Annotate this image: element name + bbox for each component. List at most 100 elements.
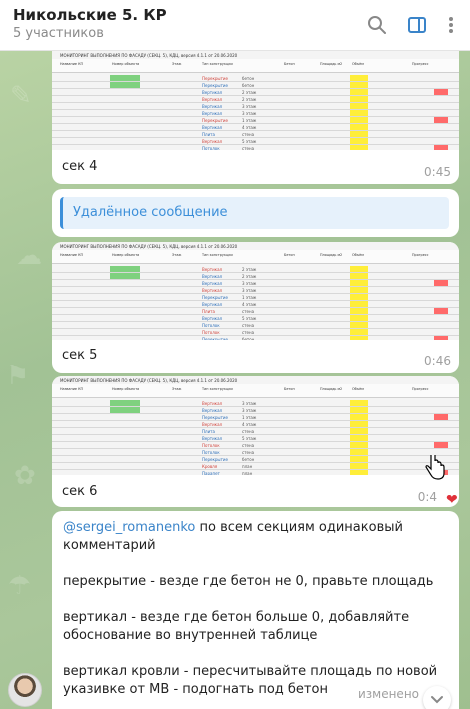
sheet-yellow-cell	[350, 117, 368, 123]
image-message[interactable]: МОНИТОРИНГ ВЫПОЛНЕНИЯ ПО ФАСАДУ (СЕКЦ. 5…	[52, 376, 459, 507]
sheet-cell: 4 этаж	[242, 125, 257, 130]
sheet-cell: план	[242, 471, 253, 475]
sheet-cell: 2 этаж	[242, 97, 257, 102]
chat-subtitle[interactable]: 5 участников	[13, 26, 104, 41]
sheet-yellow-cell	[350, 308, 368, 314]
chevron-down-icon	[431, 696, 443, 704]
sheet-header-cell: Этаж	[172, 62, 182, 66]
chat-header: Никольские 5. КР 5 участников	[0, 0, 470, 51]
sheet-cell: 4 этаж	[242, 422, 257, 427]
sheet-header-cell: Тип конструкции	[202, 387, 233, 391]
sheet-header-cell: Номер объекта	[112, 253, 140, 257]
sheet-row: Плита стена	[52, 428, 459, 435]
sheet-cell: Вертикал	[202, 97, 223, 102]
sheet-cell: стена	[242, 132, 255, 137]
sheet-cell: Плита	[202, 429, 215, 434]
sheet-cell: Перекрытие	[202, 118, 228, 123]
sheet-row: Вертикал 3 этаж	[52, 407, 459, 414]
sheet-row: Перекрытие бетон	[52, 336, 459, 340]
sheet-cell: Вертикал	[202, 90, 223, 95]
sheet-red-cell	[434, 145, 448, 150]
spreadsheet-image[interactable]: МОНИТОРИНГ ВЫПОЛНЕНИЯ ПО ФАСАДУ (СЕКЦ. 5…	[52, 376, 459, 475]
sheet-cell: бетон	[242, 83, 255, 88]
sheet-row: Потолок стена	[52, 329, 459, 336]
spreadsheet-image[interactable]: МОНИТОРИНГ ВЫПОЛНЕНИЯ ПО ФАСАДУ (СЕКЦ. 5…	[52, 51, 459, 150]
sheet-cell: 2 этаж	[242, 274, 257, 279]
sheet-highlight-cell	[110, 435, 140, 441]
sheet-cell: план	[242, 464, 253, 469]
sheet-highlight-cell	[110, 280, 140, 286]
sheet-cell: Потолок	[202, 450, 220, 455]
sheet-yellow-cell	[350, 421, 368, 427]
edited-label: изменено	[357, 687, 419, 701]
sheet-cell: Вертикал	[202, 302, 223, 307]
sheet-cell: Потолок	[202, 330, 220, 335]
sheet-cell: Вертикал	[202, 408, 223, 413]
sheet-yellow-cell	[350, 428, 368, 434]
avatar[interactable]	[8, 673, 42, 707]
sheet-cell: Перекрытие	[202, 457, 228, 462]
sheet-highlight-cell	[110, 89, 140, 95]
sheet-cell: 3 этаж	[242, 104, 257, 109]
user-mention-link[interactable]: @sergei_romanenko	[63, 520, 195, 535]
sheet-row: Вертикал 4 этаж	[52, 124, 459, 131]
sheet-highlight-cell	[110, 315, 140, 321]
sheet-cell: Перекрытие	[202, 76, 228, 81]
sheet-cell: стена	[242, 443, 255, 448]
sheet-row: Вертикал 3 этаж	[52, 110, 459, 117]
deleted-message[interactable]: Удалённое сообщение	[52, 189, 459, 237]
sheet-cell: 3 этаж	[242, 408, 257, 413]
sheet-cell: стена	[242, 146, 255, 150]
sheet-highlight-cell	[110, 414, 140, 420]
sheet-row: Вертикал 2 этаж	[52, 266, 459, 273]
sheet-header-cell: Объём	[352, 62, 364, 66]
sheet-row: Вертикал 3 этаж	[52, 400, 459, 407]
sheet-header-cell: Бетон	[284, 62, 295, 66]
sheet-row: Вертикал 5 этаж	[52, 138, 459, 145]
sheet-header-row: Название КП Номер объекта Этаж Тип конструк…	[52, 250, 459, 264]
chat-title[interactable]: Никольские 5. КР	[13, 6, 167, 24]
sheet-cell: Перекрытие	[202, 415, 228, 420]
sheet-row: Перекрытие 1 этаж	[52, 294, 459, 301]
message-time: 0:45	[424, 165, 451, 179]
sheet-row: Потолок стена	[52, 449, 459, 456]
message-paragraph-vertical-1: вертикал - везде где бетон больше 0, доб…	[63, 610, 410, 625]
sheet-yellow-cell	[350, 456, 368, 462]
sheet-row: Перекрытие 1 этаж	[52, 414, 459, 421]
sheet-row: Потолок стена	[52, 322, 459, 329]
image-message[interactable]: МОНИТОРИНГ ВЫПОЛНЕНИЯ ПО ФАСАДУ (СЕКЦ. 5…	[52, 51, 459, 184]
search-icon[interactable]	[364, 12, 390, 38]
sheet-header-cell: Площадь м2	[320, 253, 343, 257]
hand-cursor-icon	[424, 452, 446, 485]
sheet-cell: Перекрытие	[202, 83, 228, 88]
sheet-cell: 1 этаж	[242, 295, 257, 300]
more-options-icon[interactable]	[438, 12, 464, 38]
spreadsheet-image[interactable]: МОНИТОРИНГ ВЫПОЛНЕНИЯ ПО ФАСАДУ (СЕКЦ. 5…	[52, 242, 459, 340]
sheet-header-cell: Объём	[352, 253, 364, 257]
sheet-cell: Вертикал	[202, 274, 223, 279]
sheet-yellow-cell	[350, 273, 368, 279]
text-message[interactable]: @sergei_romanenko по всем секциям одинак…	[52, 511, 459, 709]
heart-reaction-icon[interactable]: ❤	[446, 492, 458, 508]
sheet-highlight-cell	[110, 287, 140, 293]
sheet-yellow-cell	[350, 329, 368, 335]
sheet-highlight-cell	[110, 407, 140, 413]
sheet-cell: Вертикал	[202, 125, 223, 130]
sheet-cell: 3 этаж	[242, 288, 257, 293]
sidebar-toggle-icon[interactable]	[404, 12, 430, 38]
sheet-highlight-cell	[110, 145, 140, 150]
scroll-down-button[interactable]	[423, 686, 451, 709]
sheet-highlight-cell	[110, 456, 140, 462]
sheet-header-cell: Название КП	[60, 62, 84, 66]
sheet-cell: Вертикал	[202, 316, 223, 321]
sheet-header-cell: Бетон	[284, 253, 295, 257]
sheet-cell: Вертикал	[202, 436, 223, 441]
image-message[interactable]: МОНИТОРИНГ ВЫПОЛНЕНИЯ ПО ФАСАДУ (СЕКЦ. 5…	[52, 242, 459, 373]
sheet-highlight-cell	[110, 273, 140, 279]
sheet-highlight-cell	[110, 75, 140, 81]
message-line-2: комментарий	[63, 538, 156, 553]
sheet-cell: 5 этаж	[242, 139, 257, 144]
sheet-cell: Потолок	[202, 146, 220, 150]
sheet-highlight-cell	[110, 301, 140, 307]
sheet-yellow-cell	[350, 315, 368, 321]
